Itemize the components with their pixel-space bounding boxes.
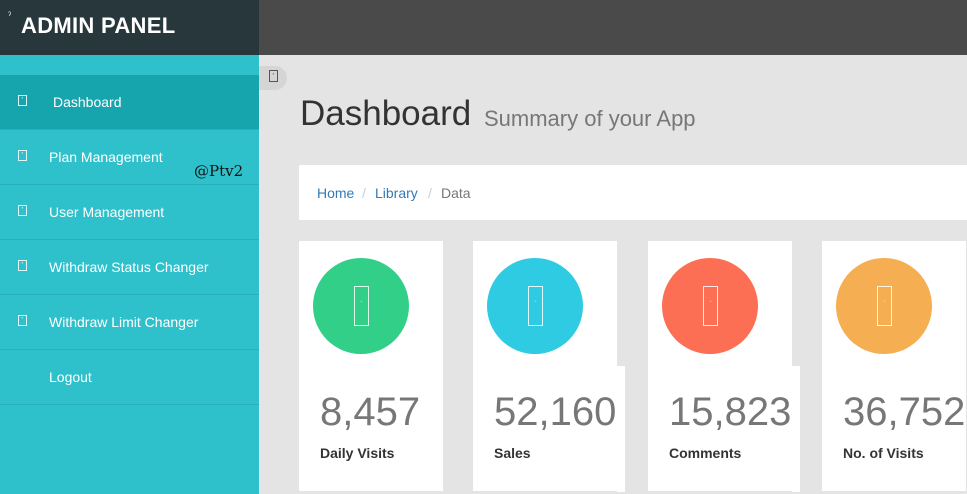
- comments-icon: ▫: [703, 286, 718, 326]
- card-extension: [792, 366, 800, 492]
- total-visits-icon: ▫: [877, 286, 892, 326]
- watermark-text: @Ptv2: [194, 162, 244, 180]
- stat-card-sales: ▫ 52,160 Sales: [473, 241, 617, 491]
- stat-card-daily-visits: ▫ 8,457 Daily Visits: [299, 241, 443, 491]
- sidebar-item-label: Withdraw Limit Changer: [49, 314, 199, 330]
- sidebar-item-logout[interactable]: Logout: [0, 350, 259, 405]
- users-icon: ▪: [18, 205, 27, 216]
- stat-circle: ▫: [487, 258, 583, 354]
- stat-label: Sales: [494, 445, 531, 461]
- menu-toggle-icon: ▪: [269, 70, 278, 82]
- sidebar-item-label: Dashboard: [53, 94, 122, 110]
- plan-icon: ▪: [18, 150, 27, 161]
- sidebar-item-dashboard[interactable]: ▪ Dashboard: [0, 75, 259, 130]
- brand-header: ˀ ADMIN PANEL: [0, 0, 259, 55]
- stat-card-comments: ▫ 15,823 Comments: [648, 241, 792, 491]
- stat-value: 36,752: [843, 390, 966, 434]
- sidebar-item-label: Withdraw Status Changer: [49, 259, 209, 275]
- sidebar-item-label: Plan Management: [49, 149, 163, 165]
- stat-circle: ▫: [836, 258, 932, 354]
- stat-value: 15,823: [669, 390, 792, 434]
- dashboard-icon: ▪: [18, 95, 27, 106]
- page-title: Dashboard: [300, 94, 472, 133]
- stat-circle: ▫: [662, 258, 758, 354]
- sidebar-item-label: Logout: [49, 369, 92, 385]
- stat-label: Comments: [669, 445, 742, 461]
- stat-label: Daily Visits: [320, 445, 395, 461]
- sidebar-toggle-button[interactable]: ▪: [259, 66, 287, 90]
- stat-circle: ▫: [313, 258, 409, 354]
- sidebar-item-user-management[interactable]: ▪ User Management: [0, 185, 259, 240]
- sidebar-item-withdraw-limit-changer[interactable]: ▪ Withdraw Limit Changer: [0, 295, 259, 350]
- stat-value: 8,457: [320, 390, 421, 434]
- stat-card-no-of-visits: ▫ 36,752 No. of Visits: [822, 241, 966, 491]
- stat-value: 52,160: [494, 390, 617, 434]
- breadcrumb-separator: /: [362, 185, 366, 201]
- breadcrumb-current: Data: [441, 185, 471, 201]
- card-extension: [617, 366, 625, 492]
- brand-title[interactable]: ADMIN PANEL: [21, 13, 175, 39]
- brand-mark: ˀ: [8, 10, 12, 20]
- stat-label: No. of Visits: [843, 445, 924, 461]
- status-icon: ▪: [18, 260, 27, 271]
- page-subtitle: Summary of your App: [484, 106, 696, 131]
- sidebar-item-label: User Management: [49, 204, 165, 220]
- breadcrumb-home-link[interactable]: Home: [317, 185, 354, 201]
- sales-icon: ▫: [528, 286, 543, 326]
- breadcrumb: Home / Library / Data: [299, 165, 967, 220]
- breadcrumb-separator: /: [428, 185, 432, 201]
- visits-icon: ▫: [354, 286, 369, 326]
- sidebar-item-withdraw-status-changer[interactable]: ▪ Withdraw Status Changer: [0, 240, 259, 295]
- breadcrumb-library-link[interactable]: Library: [375, 185, 418, 201]
- limit-icon: ▪: [18, 315, 27, 326]
- sidebar: ▪ Dashboard ▪ Plan Management ▪ User Man…: [0, 55, 259, 494]
